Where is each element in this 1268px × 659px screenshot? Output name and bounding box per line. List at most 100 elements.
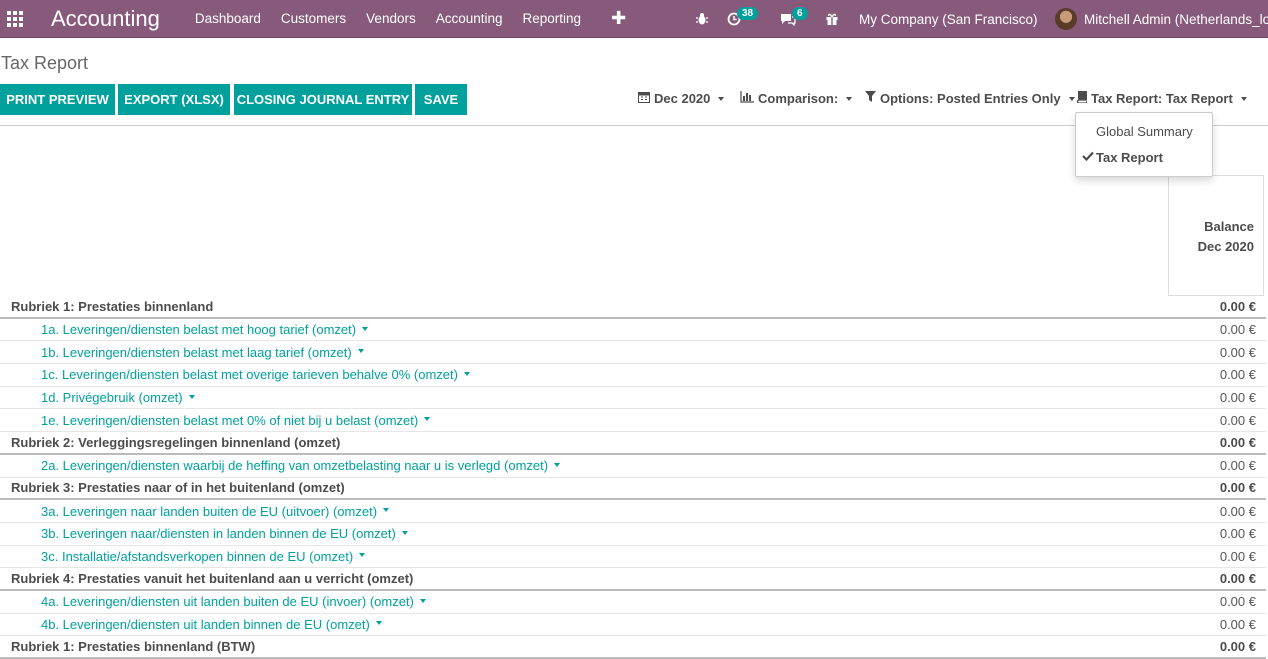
menu-reporting[interactable]: Reporting <box>523 11 582 26</box>
balance-value: 0.00 € <box>1219 390 1256 406</box>
chevron-down-icon <box>718 96 725 101</box>
line-options-caret-icon[interactable] <box>375 621 382 626</box>
report-line-row[interactable]: 3c. Installatie/afstandsverkopen binnen … <box>0 546 1266 569</box>
balance-value: 0.00 € <box>1219 639 1256 655</box>
balance-value: 0.00 € <box>1219 503 1256 519</box>
menu-accounting[interactable]: Accounting <box>436 11 503 26</box>
activity-clock-icon[interactable]: 38 <box>727 0 759 38</box>
dropdown-item-label: Tax Report <box>1096 150 1163 165</box>
line-label[interactable]: 3c. Installatie/afstandsverkopen binnen … <box>0 549 353 564</box>
line-options-caret-icon[interactable] <box>362 326 369 331</box>
balance-value: 0.00 € <box>1219 298 1256 314</box>
comparison-filter-label: Comparison: <box>758 91 839 106</box>
line-label[interactable]: 1a. Leveringen/diensten belast met hoog … <box>0 322 356 337</box>
report-line-row[interactable]: 3b. Leveringen naar/diensten in landen b… <box>0 523 1266 546</box>
report-section-row: Rubriek 1: Prestaties binnenland (BTW) 0.… <box>0 636 1266 659</box>
chevron-down-icon <box>1240 96 1247 101</box>
line-label[interactable]: 3a. Leveringen naar landen buiten de EU … <box>0 504 377 519</box>
messaging-chat-icon[interactable]: 6 <box>780 0 808 38</box>
report-line-row[interactable]: 1b. Leveringen/diensten belast met laag … <box>0 341 1266 365</box>
options-filter[interactable]: Options: Posted Entries Only <box>865 91 1075 106</box>
column-header-period: Dec 2020 <box>1197 239 1254 254</box>
activity-count-badge: 38 <box>737 6 759 20</box>
line-options-caret-icon[interactable] <box>401 530 408 535</box>
report-selector-label: Tax Report: Tax Report <box>1091 91 1233 106</box>
export-xlsx-button[interactable]: EXPORT (XLSX) <box>118 84 230 115</box>
balance-value: 0.00 € <box>1219 548 1256 564</box>
section-label: Rubriek 1: Prestaties binnenland (BTW) <box>11 639 256 655</box>
calendar-icon <box>638 91 650 106</box>
dropdown-item-global-summary[interactable]: Global Summary <box>1076 124 1212 139</box>
filter-icon <box>865 91 876 106</box>
apps-menu-icon[interactable] <box>0 0 30 38</box>
comparison-filter[interactable]: Comparison: <box>740 91 853 106</box>
date-filter-label: Dec 2020 <box>654 91 711 106</box>
balance-value: 0.00 € <box>1219 322 1256 338</box>
line-label[interactable]: 1e. Leveringen/diensten belast met 0% of… <box>0 413 418 428</box>
chevron-down-icon <box>846 96 853 101</box>
line-options-caret-icon[interactable] <box>359 553 366 558</box>
line-label[interactable]: 3b. Leveringen naar/diensten in landen b… <box>0 526 396 541</box>
user-name: Mitchell Admin (Netherlands_loc <box>1084 11 1268 27</box>
line-label[interactable]: 2a. Leveringen/diensten waarbij de heffi… <box>0 458 548 473</box>
line-options-caret-icon[interactable] <box>554 462 561 467</box>
save-button[interactable]: SAVE <box>415 84 467 115</box>
print-preview-button[interactable]: PRINT PREVIEW <box>0 84 115 115</box>
balance-value: 0.00 € <box>1219 367 1256 383</box>
balance-value: 0.00 € <box>1219 526 1256 542</box>
column-header-title: Balance <box>1204 219 1254 234</box>
balance-value: 0.00 € <box>1219 412 1256 428</box>
report-line-row[interactable]: 4a. Leveringen/diensten uit landen buite… <box>0 591 1266 614</box>
menu-dashboard[interactable]: Dashboard <box>195 11 261 26</box>
chevron-down-icon <box>1068 96 1075 101</box>
report-line-row[interactable]: 3a. Leveringen naar landen buiten de EU … <box>0 500 1266 523</box>
report-line-row[interactable]: 2a. Leveringen/diensten waarbij de heffi… <box>0 455 1266 478</box>
line-options-caret-icon[interactable] <box>424 417 431 422</box>
tax-report-table: Rubriek 1: Prestaties binnenland 0.00 € 1a… <box>0 296 1266 659</box>
check-icon <box>1082 150 1094 164</box>
menu-vendors[interactable]: Vendors <box>366 11 416 26</box>
report-section-row: Rubriek 4: Prestaties vanuit het buitenl… <box>0 568 1266 591</box>
report-line-row[interactable]: 4b. Leveringen/diensten uit landen binne… <box>0 614 1266 637</box>
report-section-row: Rubriek 2: Verleggingsregelingen binnenl… <box>0 432 1266 455</box>
plus-icon[interactable]: ✚ <box>611 8 626 29</box>
report-dropdown-menu: Global Summary Tax Report <box>1075 112 1213 177</box>
report-line-row[interactable]: 1a. Leveringen/diensten belast met hoog … <box>0 319 1266 342</box>
dropdown-item-tax-report[interactable]: Tax Report <box>1076 150 1212 165</box>
line-options-caret-icon[interactable] <box>383 508 390 513</box>
report-line-row[interactable]: 1c. Leveringen/diensten belast met overi… <box>0 364 1266 387</box>
line-label[interactable]: 1d. Privégebruik (omzet) <box>0 390 183 405</box>
report-line-row[interactable]: 1d. Privégebruik (omzet) 0.00 € <box>0 387 1266 410</box>
report-section-row: Rubriek 1: Prestaties binnenland 0.00 € <box>0 296 1266 319</box>
line-label[interactable]: 4b. Leveringen/diensten uit landen binne… <box>0 617 370 632</box>
closing-journal-entry-button[interactable]: CLOSING JOURNAL ENTRY <box>234 84 412 115</box>
app-title[interactable]: Accounting <box>51 6 160 32</box>
section-label: Rubriek 4: Prestaties vanuit het buitenl… <box>11 571 414 587</box>
gift-icon[interactable] <box>825 0 839 38</box>
balance-value: 0.00 € <box>1219 571 1256 587</box>
line-options-caret-icon[interactable] <box>463 371 470 376</box>
line-options-caret-icon[interactable] <box>188 394 195 399</box>
report-section-row: Rubriek 3: Prestaties naar of in het bui… <box>0 478 1266 501</box>
menu-customers[interactable]: Customers <box>281 11 346 26</box>
line-label[interactable]: 1b. Leveringen/diensten belast met laag … <box>0 345 352 360</box>
line-label[interactable]: 4a. Leveringen/diensten uit landen buite… <box>0 594 414 609</box>
page-title: Tax Report <box>1 53 89 73</box>
options-filter-label: Options: Posted Entries Only <box>880 91 1061 106</box>
debug-bug-icon[interactable] <box>695 0 709 38</box>
company-switcher[interactable]: My Company (San Francisco) <box>859 12 1038 27</box>
date-filter[interactable]: Dec 2020 <box>638 91 725 106</box>
line-label[interactable]: 1c. Leveringen/diensten belast met overi… <box>0 367 458 382</box>
line-options-caret-icon[interactable] <box>357 349 364 354</box>
messages-count-badge: 6 <box>792 6 808 20</box>
section-label: Rubriek 3: Prestaties naar of in het bui… <box>11 480 345 496</box>
dropdown-item-label: Global Summary <box>1096 124 1193 139</box>
line-options-caret-icon[interactable] <box>419 598 426 603</box>
report-selector[interactable]: Tax Report: Tax Report <box>1076 90 1247 106</box>
bar-chart-icon <box>740 91 754 106</box>
book-icon <box>1076 90 1088 106</box>
report-line-row[interactable]: 1e. Leveringen/diensten belast met 0% of… <box>0 409 1266 433</box>
balance-value: 0.00 € <box>1219 480 1256 496</box>
user-menu[interactable]: Mitchell Admin (Netherlands_loc <box>1055 0 1268 38</box>
balance-value: 0.00 € <box>1219 344 1256 360</box>
